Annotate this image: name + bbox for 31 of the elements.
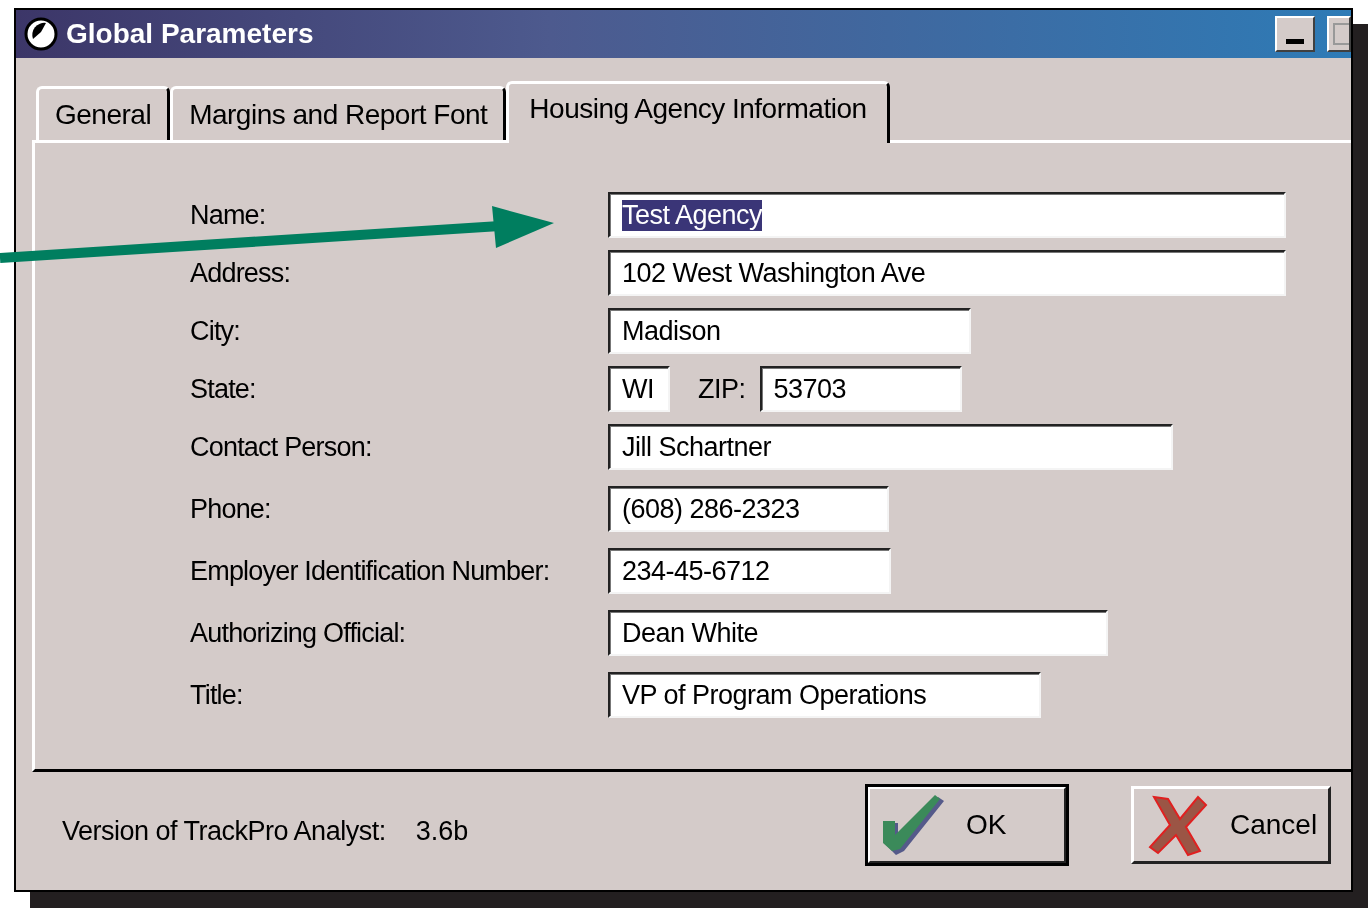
window-title: Global Parameters xyxy=(66,18,314,50)
tab[interactable]: Housing Agency Information xyxy=(506,81,890,143)
input-field[interactable]: Jill Schartner xyxy=(608,424,1173,470)
app-icon xyxy=(24,17,58,51)
input-field[interactable]: 234-45-6712 xyxy=(608,548,891,594)
field-label: Phone: xyxy=(190,493,271,524)
input-field[interactable]: (608) 286-2323 xyxy=(608,486,889,532)
field-label: Address: xyxy=(190,257,291,288)
cancel-button[interactable]: Cancel xyxy=(1131,786,1331,864)
version-label: Version of TrackPro Analyst: xyxy=(62,815,386,847)
field-label: Title: xyxy=(190,679,243,710)
field-label: State: xyxy=(190,373,256,404)
maximize-button[interactable] xyxy=(1327,16,1351,52)
field-label: ZIP: xyxy=(698,373,746,405)
field-label: Name: xyxy=(190,199,266,230)
version-number: 3.6b xyxy=(415,815,469,847)
field-label: Contact Person: xyxy=(190,431,372,462)
input-field[interactable]: Dean White xyxy=(608,610,1108,656)
input-field[interactable]: 53703 xyxy=(759,366,962,412)
input-field[interactable]: 102 West Washington Ave xyxy=(608,250,1286,296)
ok-button[interactable]: OK xyxy=(867,786,1067,864)
input-field[interactable]: Test Agency xyxy=(608,192,1286,238)
field-label: Employer Identification Number: xyxy=(190,555,550,586)
input-field[interactable]: WI xyxy=(608,366,670,412)
minimize-button[interactable] xyxy=(1275,16,1315,52)
field-label: City: xyxy=(190,315,240,346)
input-field[interactable]: Madison xyxy=(608,308,971,354)
field-label: Authorizing Official: xyxy=(190,617,406,648)
tab[interactable]: Margins and Report Font xyxy=(170,86,507,140)
input-field[interactable]: VP of Program Operations xyxy=(608,672,1041,718)
tab[interactable]: General xyxy=(36,86,171,140)
